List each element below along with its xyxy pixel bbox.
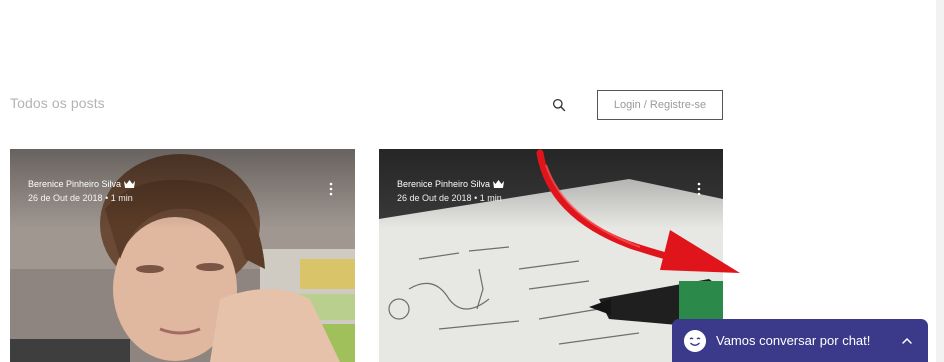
post-card[interactable]: Berenice Pinheiro Silva 26 de Out de 201… [10,149,355,362]
blog-page: Todos os posts Login / Registre-se Beren [0,0,944,362]
scrollbar-track[interactable] [936,0,944,362]
post-author[interactable]: Berenice Pinheiro Silva [28,177,121,191]
crown-icon [493,180,505,188]
more-vertical-icon[interactable] [329,182,333,196]
smiley-icon [684,329,706,352]
more-vertical-icon[interactable] [697,182,701,196]
login-signup-button[interactable]: Login / Registre-se [597,90,723,120]
crown-icon [124,180,136,188]
post-read-time: 1 min [479,193,502,203]
post-author[interactable]: Berenice Pinheiro Silva [397,177,490,191]
category-filter-all-posts[interactable]: Todos os posts [10,95,105,111]
post-read-time: 1 min [110,193,133,203]
chat-widget-label[interactable]: Vamos conversar por chat! [716,333,900,348]
post-date: 26 de Out de 2018 [28,193,103,203]
search-icon[interactable] [552,98,566,112]
chat-widget-button[interactable]: Vamos conversar por chat! [672,319,928,362]
chevron-up-icon[interactable] [900,334,914,348]
post-meta: Berenice Pinheiro Silva 26 de Out de 201… [28,177,136,205]
post-date: 26 de Out de 2018 [397,193,472,203]
post-meta: Berenice Pinheiro Silva 26 de Out de 201… [397,177,505,205]
